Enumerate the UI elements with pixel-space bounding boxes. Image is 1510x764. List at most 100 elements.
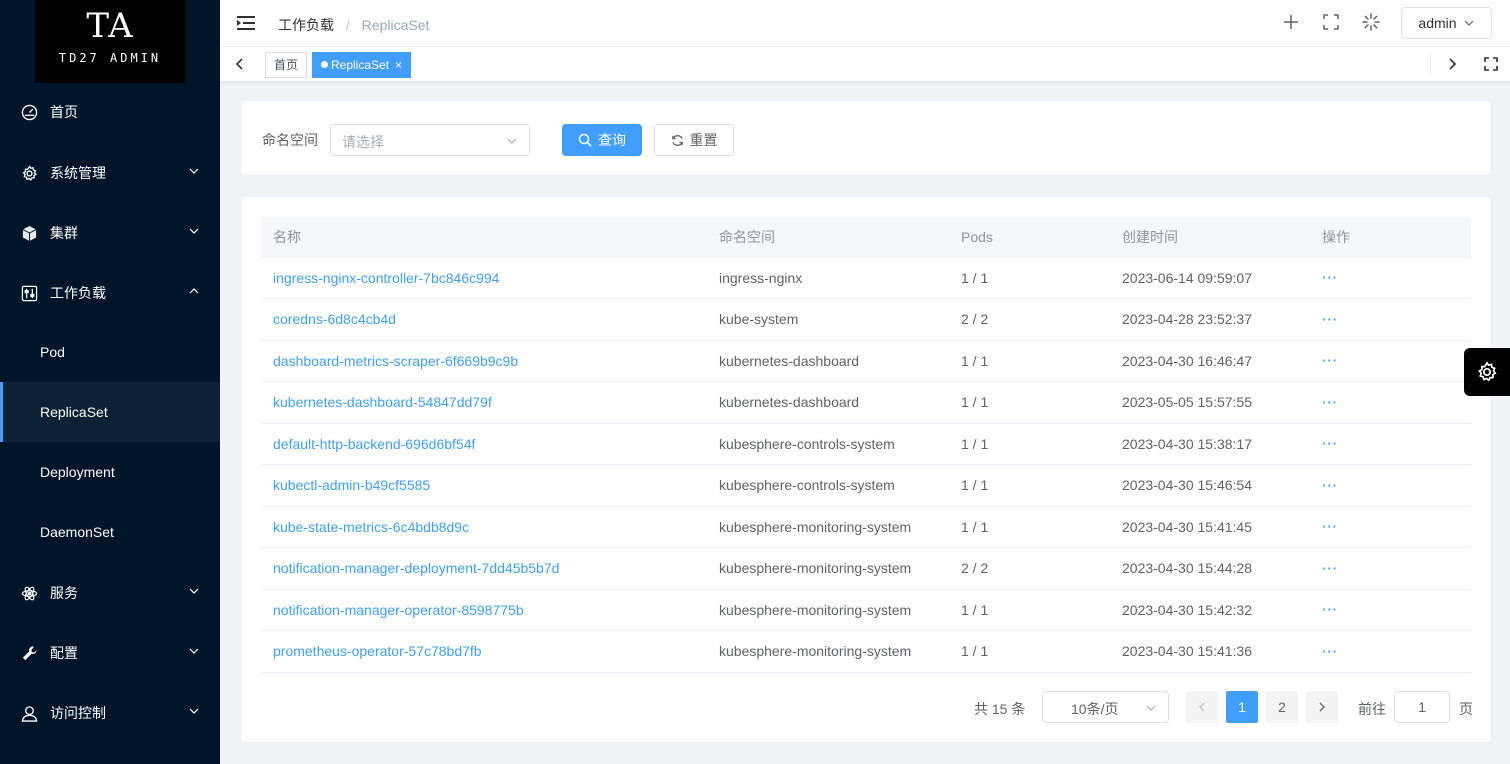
sidebar-item-workload[interactable]: 工作负载 [0, 263, 220, 323]
namespace-cell: kubesphere-monitoring-system [707, 506, 949, 548]
page-size-value: 10条/页 [1071, 701, 1119, 717]
tags-bar: 首页 ReplicaSet × [220, 47, 1510, 82]
replicaset-name-link[interactable]: kubectl-admin-b49cf5585 [261, 464, 707, 507]
chevron-down-icon [189, 708, 199, 714]
breadcrumb: 工作负载 / ReplicaSet [278, 15, 429, 35]
close-icon[interactable]: × [395, 58, 402, 72]
sidebar-item-cluster[interactable]: 集群 [0, 203, 220, 263]
more-actions-icon[interactable]: ··· [1310, 589, 1471, 631]
prev-page-button[interactable] [1186, 691, 1218, 723]
page-size-select[interactable]: 10条/页 [1042, 691, 1169, 723]
sidebar-item-service[interactable]: 服务 [0, 563, 220, 623]
chevron-right-icon[interactable] [1444, 56, 1460, 72]
sidebar-item-label: Pod [40, 344, 65, 360]
created-cell: 2023-04-30 15:44:28 [1110, 547, 1310, 590]
page-button[interactable]: 1 [1226, 691, 1258, 723]
replicaset-name-link[interactable]: kube-state-metrics-6c4bdb8d9c [261, 506, 707, 548]
fullscreen-icon[interactable] [1483, 56, 1499, 72]
chevron-down-icon [1146, 705, 1156, 711]
chevron-down-icon [189, 588, 199, 594]
sidebar-item-home[interactable]: 首页 [0, 82, 220, 142]
wrench-icon [20, 644, 38, 662]
chevron-left-icon [1199, 702, 1205, 712]
chevron-down-icon [1464, 20, 1473, 26]
user-icon [20, 704, 38, 722]
goto-page-input[interactable]: 1 [1394, 691, 1450, 723]
pods-cell: 1 / 1 [949, 257, 1110, 299]
fullscreen-icon[interactable] [1321, 12, 1341, 32]
namespace-label: 命名空间 [262, 132, 318, 148]
more-actions-icon[interactable]: ··· [1310, 340, 1471, 382]
chevron-up-icon [189, 288, 199, 294]
more-actions-icon[interactable]: ··· [1310, 630, 1471, 673]
next-page-button[interactable] [1306, 691, 1338, 723]
tag-label: ReplicaSet [331, 58, 390, 72]
created-cell: 2023-04-30 15:41:45 [1110, 506, 1310, 548]
tag-home[interactable]: 首页 [265, 52, 308, 78]
replicaset-name-link[interactable]: kubernetes-dashboard-54847dd79f [261, 381, 707, 424]
breadcrumb-item[interactable]: 工作负载 [278, 17, 334, 33]
logo: TA TD27 ADMIN [35, 0, 185, 83]
replicaset-name-link[interactable]: dashboard-metrics-scraper-6f669b9c9b [261, 340, 707, 382]
divider [1430, 53, 1431, 75]
replicaset-name-link[interactable]: ingress-nginx-controller-7bc846c994 [261, 257, 707, 299]
settings-button[interactable] [1464, 348, 1510, 396]
reset-button[interactable]: 重置 [654, 124, 734, 156]
logo-text: TD27 ADMIN [58, 51, 162, 65]
sidebar-item-config[interactable]: 配置 [0, 623, 220, 683]
loading-icon[interactable] [1361, 12, 1381, 32]
table-row: dashboard-metrics-scraper-6f669b9c9b kub… [261, 340, 1471, 382]
page-suffix: 页 [1459, 701, 1473, 717]
replicaset-name-link[interactable]: coredns-6d8c4cb4d [261, 298, 707, 341]
sidebar-item-label: DaemonSet [40, 524, 114, 540]
replicaset-name-link[interactable]: notification-manager-operator-8598775b [261, 589, 707, 631]
namespace-cell: kubesphere-controls-system [707, 423, 949, 465]
namespace-select[interactable]: 请选择 [330, 124, 530, 156]
chevron-left-icon[interactable] [232, 56, 248, 72]
namespace-cell: kubesphere-monitoring-system [707, 630, 949, 673]
tag-replicaset[interactable]: ReplicaSet × [312, 52, 412, 78]
more-actions-icon[interactable]: ··· [1310, 423, 1471, 465]
sidebar: TA TD27 ADMIN 首页 系统管理 集群 工作负载 Pod Replic… [0, 0, 220, 764]
plus-icon[interactable] [1281, 12, 1301, 32]
more-actions-icon[interactable]: ··· [1310, 547, 1471, 590]
created-cell: 2023-04-28 23:52:37 [1110, 298, 1310, 341]
more-actions-icon[interactable]: ··· [1310, 506, 1471, 548]
page-button[interactable]: 2 [1266, 691, 1298, 723]
sidebar-item-label: Deployment [40, 464, 115, 480]
sidebar-item-deployment[interactable]: Deployment [0, 442, 220, 502]
table-row: notification-manager-deployment-7dd45b5b… [261, 547, 1471, 590]
active-dot [321, 61, 328, 68]
user-dropdown[interactable]: admin [1401, 7, 1492, 39]
goto-label: 前往 [1358, 701, 1386, 717]
more-actions-icon[interactable]: ··· [1310, 298, 1471, 341]
namespace-cell: kubernetes-dashboard [707, 381, 949, 424]
replicaset-name-link[interactable]: notification-manager-deployment-7dd45b5b… [261, 547, 707, 590]
sidebar-item-label: 服务 [50, 585, 78, 601]
table-row: default-http-backend-696d6bf54f kubesphe… [261, 423, 1471, 465]
chevron-down-icon [189, 648, 199, 654]
created-cell: 2023-04-30 15:41:36 [1110, 630, 1310, 673]
refresh-icon [671, 134, 683, 146]
sidebar-item-pod[interactable]: Pod [0, 322, 220, 382]
more-actions-icon[interactable]: ··· [1310, 381, 1471, 424]
sidebar-item-daemonset[interactable]: DaemonSet [0, 502, 220, 562]
more-actions-icon[interactable]: ··· [1310, 464, 1471, 507]
query-button[interactable]: 查询 [562, 124, 642, 156]
namespace-cell: kubesphere-monitoring-system [707, 547, 949, 590]
replicaset-name-link[interactable]: prometheus-operator-57c78bd7fb [261, 630, 707, 673]
more-actions-icon[interactable]: ··· [1310, 257, 1471, 299]
menu-fold-icon[interactable] [237, 15, 255, 31]
sidebar-item-access[interactable]: 访问控制 [0, 683, 220, 743]
pods-cell: 1 / 1 [949, 464, 1110, 507]
namespace-cell: kubesphere-monitoring-system [707, 589, 949, 631]
user-name: admin [1418, 15, 1457, 31]
table-row: notification-manager-operator-8598775b k… [261, 589, 1471, 631]
replicaset-name-link[interactable]: default-http-backend-696d6bf54f [261, 423, 707, 465]
pods-cell: 2 / 2 [949, 298, 1110, 341]
sidebar-item-system[interactable]: 系统管理 [0, 143, 220, 203]
sidebar-item-replicaset[interactable]: ReplicaSet [0, 382, 220, 442]
created-cell: 2023-05-05 15:57:55 [1110, 381, 1310, 424]
sidebar-item-label: 集群 [50, 225, 78, 241]
replicaset-table: 名称 命名空间 Pods 创建时间 操作 ingress-nginx-contr… [261, 217, 1471, 673]
